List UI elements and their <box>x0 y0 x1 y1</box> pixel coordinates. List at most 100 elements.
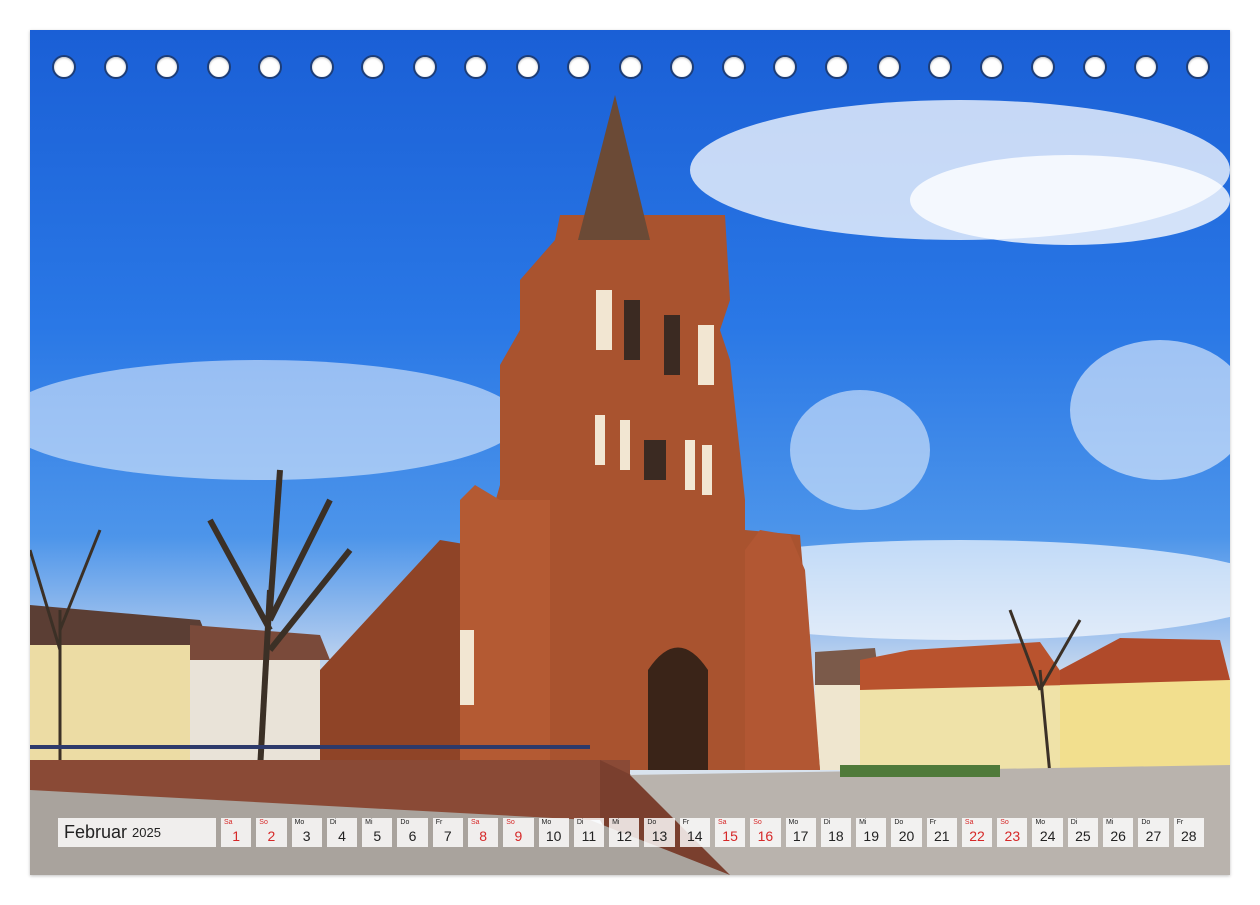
church-window <box>702 445 712 495</box>
day-cell: So 16 <box>750 818 781 847</box>
weekday-label: Mo <box>788 819 799 826</box>
weekday-label: Do <box>1141 819 1151 826</box>
railing <box>30 745 590 749</box>
day-cell: Fr 28 <box>1173 818 1204 847</box>
day-cell: Mo 24 <box>1032 818 1063 847</box>
binding-hole <box>1031 55 1056 79</box>
day-cell: Mi 5 <box>362 818 393 847</box>
weekday-label: So <box>259 819 268 826</box>
day-cell: So 9 <box>503 818 534 847</box>
day-number: 16 <box>757 828 774 844</box>
day-number: 15 <box>722 828 738 844</box>
day-cell: Sa 15 <box>714 818 746 847</box>
church-photo <box>30 95 1230 875</box>
calendar-page: Februar 2025 Sa 1 So 2 Mo 3 Di 4 Mi 5 Do 6 Fr 7 Sa 8 So 9… <box>30 30 1230 875</box>
binding-hole <box>1082 55 1107 79</box>
day-number: 23 <box>1004 828 1021 844</box>
binding-hole <box>928 55 953 79</box>
day-number: 6 <box>408 828 417 844</box>
binding-hole <box>824 55 849 79</box>
weekday-label: Mo <box>1035 819 1046 826</box>
day-number: 28 <box>1180 828 1197 844</box>
cloud <box>1070 340 1230 480</box>
month-name: Februar <box>64 822 128 842</box>
day-cell: Do 20 <box>891 818 922 847</box>
day-number: 25 <box>1075 828 1091 844</box>
binding-hole <box>670 55 695 79</box>
binding-hole <box>979 55 1004 79</box>
binding-hole <box>464 55 489 79</box>
day-cell: Do 13 <box>644 818 675 847</box>
day-number: 10 <box>545 828 562 844</box>
weekday-label: Mi <box>612 819 620 826</box>
day-number: 7 <box>443 828 452 844</box>
binding-hole <box>1134 55 1159 79</box>
church-window <box>596 290 612 350</box>
weekday-label: Di <box>1070 819 1078 826</box>
day-number: 11 <box>581 828 597 844</box>
binding-hole <box>155 55 180 79</box>
day-number: 22 <box>969 828 985 844</box>
day-number: 13 <box>651 828 668 844</box>
weekday-label: Do <box>647 819 657 826</box>
day-number: 2 <box>267 828 276 844</box>
weekday-label: Mo <box>541 819 552 826</box>
weekday-label: Do <box>400 819 410 826</box>
church-gable-left <box>460 485 550 770</box>
month-year: 2025 <box>132 825 161 840</box>
weekday-label: So <box>506 819 515 826</box>
binding-hole <box>1185 55 1210 79</box>
day-number: 21 <box>933 828 950 844</box>
weekday-label: Di <box>823 819 831 826</box>
church-window <box>664 315 680 375</box>
house-right-2 <box>860 685 1060 770</box>
day-cell: Fr 14 <box>679 818 710 847</box>
day-number: 18 <box>828 828 844 844</box>
roof-left-2 <box>190 625 330 660</box>
day-cell: Mo 10 <box>538 818 569 847</box>
day-number: 20 <box>898 828 915 844</box>
church-window <box>698 325 714 385</box>
day-number: 19 <box>863 828 879 844</box>
binding-holes <box>52 55 1210 79</box>
binding-hole <box>876 55 901 79</box>
weekday-label: Do <box>894 819 904 826</box>
day-number: 9 <box>514 828 523 844</box>
weekday-label: Sa <box>224 819 233 826</box>
weekday-label: Mi <box>1106 819 1114 826</box>
weekday-label: Mo <box>294 819 305 826</box>
day-number: 12 <box>616 828 633 844</box>
cloud <box>790 390 930 510</box>
day-cell: Sa 1 <box>221 818 252 847</box>
church-window <box>460 630 474 705</box>
day-cell: Di 11 <box>573 818 605 847</box>
house-left <box>30 640 210 770</box>
day-cell: Di 18 <box>820 818 852 847</box>
day-cell: Fr 21 <box>926 818 957 847</box>
day-cell: Mi 12 <box>609 818 640 847</box>
day-number: 17 <box>792 828 809 844</box>
binding-hole <box>515 55 540 79</box>
day-cell: Do 6 <box>397 818 428 847</box>
weekday-label: Sa <box>470 819 480 826</box>
church-window <box>595 415 605 465</box>
day-cell: Mo 17 <box>785 818 816 847</box>
cloud <box>910 155 1230 245</box>
weekday-label: So <box>753 819 762 826</box>
day-number: 1 <box>232 828 241 844</box>
day-cell: Di 4 <box>326 818 358 847</box>
day-cell: Mi 26 <box>1103 818 1134 847</box>
day-number: 24 <box>1039 828 1056 844</box>
church-window <box>644 440 666 480</box>
house-right-3 <box>1060 680 1230 770</box>
binding-hole <box>773 55 798 79</box>
church-spire <box>578 95 650 240</box>
binding-hole <box>52 55 76 79</box>
weekday-label: Sa <box>964 819 974 826</box>
grass <box>840 765 1000 777</box>
day-cell: Mi 19 <box>856 818 887 847</box>
binding-hole <box>361 55 386 79</box>
church-portal <box>648 647 708 770</box>
day-cell: So 23 <box>997 818 1028 847</box>
binding-hole <box>721 55 746 79</box>
